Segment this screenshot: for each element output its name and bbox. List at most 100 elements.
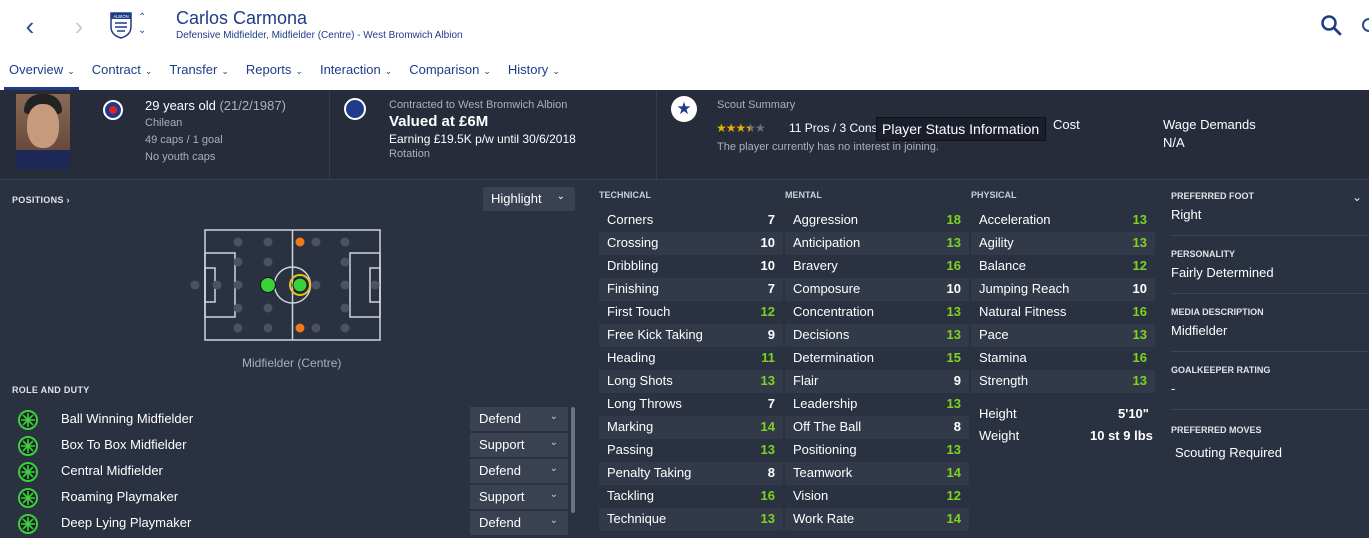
attribute-row[interactable]: Flair 9 <box>785 370 969 393</box>
attribute-row[interactable]: Positioning 13 <box>785 439 969 462</box>
tab-transfer[interactable]: Transfer ⌄ <box>160 58 236 90</box>
pros-cons[interactable]: 11 Pros / 3 Cons <box>789 121 878 135</box>
tab-history[interactable]: History ⌄ <box>499 58 568 90</box>
duty-dropdown[interactable]: Defend ⌄ <box>470 407 568 431</box>
attribute-row[interactable]: Strength 13 <box>971 370 1155 393</box>
divider <box>656 90 657 180</box>
attribute-row[interactable]: First Touch 12 <box>599 301 783 324</box>
attribute-row[interactable]: Technique 13 <box>599 508 783 531</box>
scout-summary-title: Scout Summary <box>717 99 796 111</box>
attribute-row[interactable]: Concentration 13 <box>785 301 969 324</box>
duty-dropdown[interactable]: Support ⌄ <box>470 433 568 457</box>
attribute-row[interactable]: Long Shots 13 <box>599 370 783 393</box>
duty-dropdown[interactable]: Defend ⌄ <box>470 511 568 535</box>
chevron-down-icon: ⌄ <box>483 66 491 76</box>
attribute-value: 13 <box>760 511 775 526</box>
attribute-value: 14 <box>760 419 775 434</box>
attribute-name: Crossing <box>607 235 659 250</box>
attribute-name: Positioning <box>793 442 857 457</box>
attribute-row[interactable]: Pace 13 <box>971 324 1155 347</box>
attribute-value: 11 <box>761 350 775 365</box>
attribute-row[interactable]: Decisions 13 <box>785 324 969 347</box>
role-name: Deep Lying Playmaker <box>61 515 192 530</box>
attribute-row[interactable]: Teamwork 14 <box>785 462 969 485</box>
club-badge-icon <box>344 98 366 120</box>
attribute-name: Vision <box>793 488 829 503</box>
attribute-row[interactable]: Free Kick Taking 9 <box>599 324 783 347</box>
role-row[interactable]: Roaming Playmaker Support ⌄ <box>18 485 568 511</box>
attribute-row[interactable]: Agility 13 <box>971 232 1155 255</box>
attribute-row[interactable]: Stamina 16 <box>971 347 1155 370</box>
attribute-name: Work Rate <box>793 511 855 526</box>
search-icon[interactable] <box>1320 14 1342 36</box>
menu-icon[interactable] <box>1362 18 1369 32</box>
chevron-down-icon: ⌄ <box>549 463 558 474</box>
attribute-row[interactable]: Dribbling 10 <box>599 255 783 278</box>
player-name: Carlos Carmona <box>176 8 308 28</box>
attribute-row[interactable]: Leadership 13 <box>785 393 969 416</box>
attribute-row[interactable]: Bravery 16 <box>785 255 969 278</box>
tab-interaction[interactable]: Interaction ⌄ <box>311 58 400 90</box>
attribute-row[interactable]: Determination 15 <box>785 347 969 370</box>
attribute-row[interactable]: Marking 14 <box>599 416 783 439</box>
attribute-row[interactable]: Penalty Taking 8 <box>599 462 783 485</box>
attribute-row[interactable]: Acceleration 13 <box>971 209 1155 232</box>
attribute-row[interactable]: Crossing 10 <box>599 232 783 255</box>
attribute-row[interactable]: Work Rate 14 <box>785 508 969 531</box>
attribute-row[interactable]: Balance 12 <box>971 255 1155 278</box>
attribute-row[interactable]: Tackling 16 <box>599 485 783 508</box>
attribute-row[interactable]: Heading 11 <box>599 347 783 370</box>
attribute-row[interactable]: Passing 13 <box>599 439 783 462</box>
attribute-value: 13 <box>946 396 961 411</box>
attribute-name: Determination <box>793 350 874 365</box>
attribute-value: 7 <box>767 281 775 296</box>
attribute-row[interactable]: Natural Fitness 16 <box>971 301 1155 324</box>
club-crest-icon[interactable]: ALBION <box>109 11 133 39</box>
attribute-row[interactable]: Anticipation 13 <box>785 232 969 255</box>
divider <box>1171 409 1369 410</box>
attribute-row[interactable]: Off The Ball 8 <box>785 416 969 439</box>
roles-scrollbar[interactable] <box>571 407 575 513</box>
attribute-row[interactable]: Jumping Reach 10 <box>971 278 1155 301</box>
positions-title[interactable]: POSITIONS › <box>12 195 70 205</box>
club-switch-arrows-icon[interactable]: ⌃ ⌄ <box>138 11 146 37</box>
interest-text: The player currently has no interest in … <box>717 141 939 153</box>
attribute-name: Aggression <box>793 212 859 227</box>
attribute-row[interactable]: Finishing 7 <box>599 278 783 301</box>
attribute-row[interactable]: Vision 12 <box>785 485 969 508</box>
weight-value: 10 st 9 lbs <box>1090 428 1153 443</box>
attribute-name: First Touch <box>607 304 671 319</box>
role-row[interactable]: Central Midfielder Defend ⌄ <box>18 459 568 485</box>
duty-dropdown[interactable]: Support ⌄ <box>470 485 568 509</box>
divider <box>1171 235 1369 236</box>
role-row[interactable]: Ball Winning Midfielder Defend ⌄ <box>18 407 568 433</box>
role-row[interactable]: Deep Lying Playmaker Defend ⌄ <box>18 511 568 537</box>
chevron-down-icon: ⌄ <box>549 515 558 526</box>
role-suitability-icon <box>18 488 38 508</box>
role-suitability-icon <box>18 462 38 482</box>
role-row[interactable]: Box To Box Midfielder Support ⌄ <box>18 433 568 459</box>
attribute-value: 13 <box>760 373 775 388</box>
chevron-down-icon: ⌄ <box>221 66 229 76</box>
attribute-row[interactable]: Composure 10 <box>785 278 969 301</box>
attribute-name: Long Throws <box>607 396 682 411</box>
attribute-row[interactable]: Long Throws 7 <box>599 393 783 416</box>
forward-arrow-icon[interactable]: › <box>67 12 91 40</box>
tab-overview[interactable]: Overview ⌄ <box>0 58 83 90</box>
attribute-value: 9 <box>767 327 775 342</box>
attribute-value: 13 <box>1132 327 1147 342</box>
attribute-row[interactable]: Corners 7 <box>599 209 783 232</box>
attribute-name: Agility <box>979 235 1014 250</box>
attribute-name: Heading <box>607 350 656 365</box>
tab-contract[interactable]: Contract ⌄ <box>83 58 161 90</box>
attribute-name: Natural Fitness <box>979 304 1067 319</box>
attribute-row[interactable]: Aggression 18 <box>785 209 969 232</box>
role-duty-title: ROLE AND DUTY <box>12 385 90 395</box>
attribute-value: 13 <box>946 304 961 319</box>
highlight-dropdown[interactable]: Highlight ⌄ <box>483 187 575 211</box>
tab-comparison[interactable]: Comparison ⌄ <box>400 58 499 90</box>
tab-reports[interactable]: Reports ⌄ <box>237 58 311 90</box>
back-arrow-icon[interactable]: ‹ <box>18 12 42 40</box>
duty-dropdown[interactable]: Defend ⌄ <box>470 459 568 483</box>
attribute-value: 18 <box>946 212 961 227</box>
